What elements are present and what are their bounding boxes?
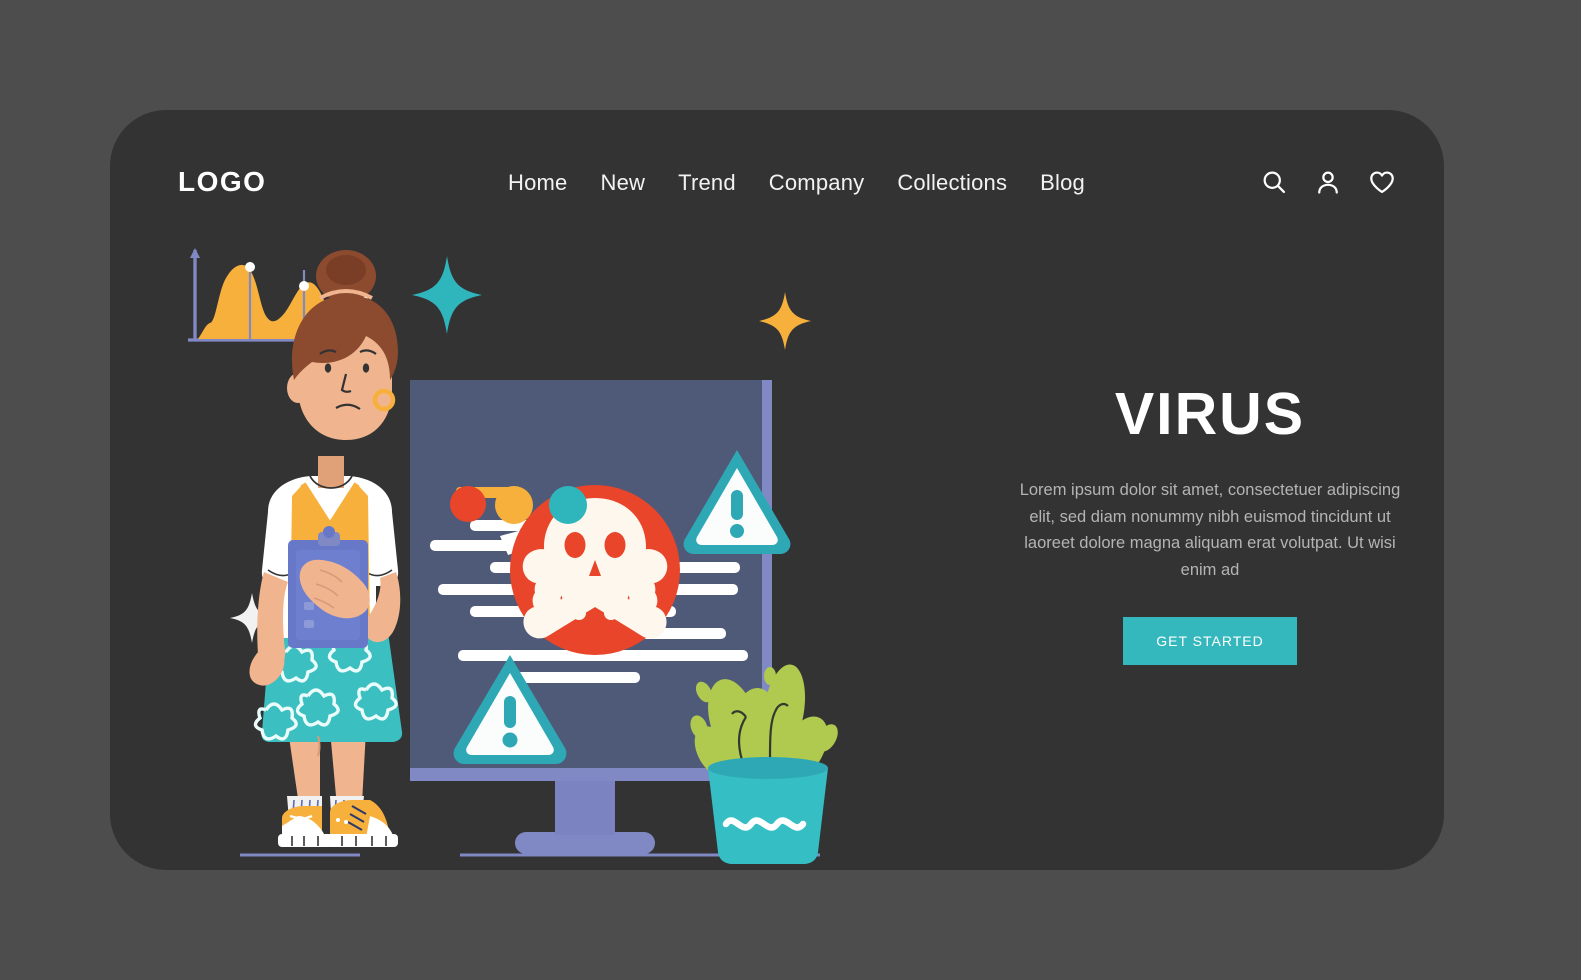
logo[interactable]: LOGO xyxy=(178,166,266,198)
site-header: LOGO Home New Trend Company Collections … xyxy=(110,110,1444,260)
page-title: VIRUS xyxy=(1114,381,1306,447)
nav-item-collections[interactable]: Collections xyxy=(897,170,1007,196)
sparkle-teal xyxy=(412,256,482,334)
search-icon[interactable] xyxy=(1260,168,1288,196)
user-icon[interactable] xyxy=(1314,168,1342,196)
page-root: LOGO Home New Trend Company Collections … xyxy=(0,0,1581,980)
nav-item-company[interactable]: Company xyxy=(769,170,865,196)
sparkle-amber xyxy=(759,292,811,350)
skull-crossbones-icon xyxy=(510,485,680,655)
nav-item-trend[interactable]: Trend xyxy=(678,170,736,196)
dot-teal xyxy=(549,486,587,524)
main-nav: Home New Trend Company Collections Blog xyxy=(508,170,1085,196)
hero-description: Lorem ipsum dolor sit amet, consectetuer… xyxy=(1019,481,1401,580)
sneaker xyxy=(326,800,398,847)
get-started-button[interactable]: GET STARTED xyxy=(1123,616,1297,665)
landing-card: LOGO Home New Trend Company Collections … xyxy=(110,110,1444,870)
nav-item-blog[interactable]: Blog xyxy=(1040,170,1085,196)
nav-item-new[interactable]: New xyxy=(601,170,646,196)
heart-icon[interactable] xyxy=(1368,168,1396,196)
sneaker xyxy=(278,806,332,847)
virus-alert-illustration xyxy=(170,240,900,870)
hero-block: VIRUS Lorem ipsum dolor sit amet, consec… xyxy=(1015,385,1405,665)
dot-amber xyxy=(495,486,533,524)
nav-item-home[interactable]: Home xyxy=(508,170,568,196)
potted-plant xyxy=(690,664,838,864)
dot-red xyxy=(450,486,486,522)
header-actions xyxy=(1260,168,1396,196)
